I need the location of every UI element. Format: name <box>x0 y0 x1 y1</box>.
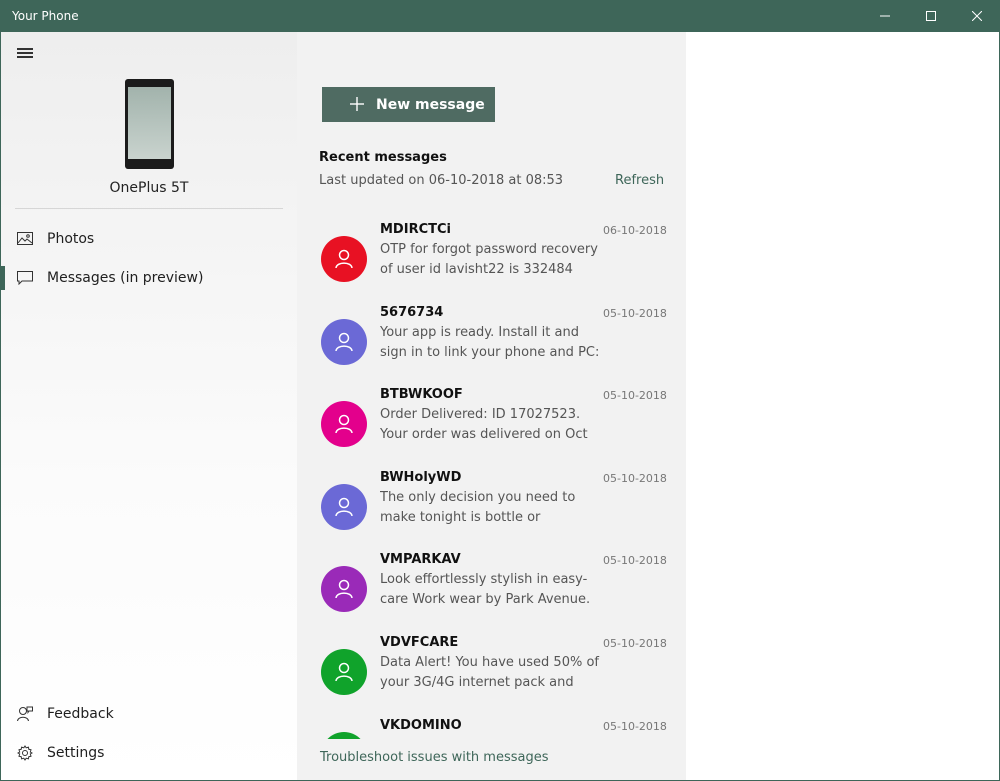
message-date: 05-10-2018 <box>603 472 667 485</box>
section-title: Recent messages <box>319 150 447 165</box>
message-date: 05-10-2018 <box>603 554 667 567</box>
avatar <box>321 566 367 612</box>
avatar <box>321 236 367 282</box>
troubleshoot-link[interactable]: Troubleshoot issues with messages <box>320 750 549 765</box>
conversation-item[interactable]: BWHolyWD 05-10-2018 The only decision yo… <box>297 470 686 552</box>
nav-item-photos[interactable]: Photos <box>1 221 297 257</box>
message-preview: The only decision you need to make tonig… <box>380 490 576 525</box>
hamburger-menu-icon[interactable] <box>15 46 35 60</box>
nav-item-label: Messages (in preview) <box>47 270 204 286</box>
settings-button[interactable]: Settings <box>1 735 297 771</box>
sender-name: VMPARKAV <box>380 552 461 567</box>
feedback-button[interactable]: Feedback <box>1 696 297 732</box>
sender-name: VKDOMINO <box>380 718 462 733</box>
message-date: 05-10-2018 <box>603 637 667 650</box>
avatar <box>321 484 367 530</box>
message-preview: OTP for forgot password recovery of user… <box>380 242 598 277</box>
maximize-button[interactable] <box>908 0 954 32</box>
close-icon <box>972 11 982 21</box>
message-date: 05-10-2018 <box>603 307 667 320</box>
selected-indicator <box>1 266 5 290</box>
new-message-label: New message <box>376 96 485 113</box>
person-icon <box>335 249 353 269</box>
minimize-icon <box>880 15 890 17</box>
message-preview: Data Alert! You have used 50% of your 3G… <box>380 655 599 690</box>
feedback-icon <box>16 705 34 723</box>
nav-item-messages[interactable]: Messages (in preview) <box>1 260 297 296</box>
conversation-area <box>686 32 999 780</box>
person-icon <box>335 497 353 517</box>
photos-icon <box>16 230 34 248</box>
person-icon <box>335 332 353 352</box>
conversation-item[interactable]: BTBWKOOF 05-10-2018 Order Delivered: ID … <box>297 387 686 469</box>
sender-name: 5676734 <box>380 305 444 320</box>
message-date: 05-10-2018 <box>603 389 667 402</box>
sidebar: OnePlus 5T Photos Messages (in preview) … <box>1 32 297 780</box>
person-icon <box>335 414 353 434</box>
troubleshoot-bar: Troubleshoot issues with messages <box>297 739 686 780</box>
gear-icon <box>16 744 34 762</box>
new-message-button[interactable]: New message <box>322 87 495 122</box>
nav-item-label: Photos <box>47 231 95 247</box>
window-title: Your Phone <box>12 9 79 23</box>
close-button[interactable] <box>954 0 1000 32</box>
conversation-item[interactable]: VMPARKAV 05-10-2018 Look effortlessly st… <box>297 552 686 634</box>
maximize-icon <box>926 11 936 21</box>
divider <box>15 208 283 209</box>
message-preview: Look effortlessly stylish in easy-care W… <box>380 572 591 607</box>
phone-illustration <box>125 79 174 169</box>
message-date: 06-10-2018 <box>603 224 667 237</box>
minimize-button[interactable] <box>862 0 908 32</box>
person-icon <box>335 662 353 682</box>
conversation-item[interactable]: VDVFCARE 05-10-2018 Data Alert! You have… <box>297 635 686 717</box>
sender-name: BWHolyWD <box>380 470 462 485</box>
avatar <box>321 319 367 365</box>
person-icon <box>335 579 353 599</box>
refresh-link[interactable]: Refresh <box>615 173 664 188</box>
conversation-item[interactable]: MDIRCTCi 06-10-2018 OTP for forgot passw… <box>297 222 686 304</box>
avatar <box>321 401 367 447</box>
sender-name: VDVFCARE <box>380 635 459 650</box>
sender-name: BTBWKOOF <box>380 387 463 402</box>
message-preview: Order Delivered: ID 17027523. Your order… <box>380 407 588 442</box>
title-bar: Your Phone <box>0 0 1000 32</box>
device-name: OnePlus 5T <box>109 180 189 196</box>
message-date: 05-10-2018 <box>603 720 667 733</box>
last-updated-text: Last updated on 06-10-2018 at 08:53 <box>319 173 564 188</box>
conversation-item[interactable]: 5676734 05-10-2018 Your app is ready. In… <box>297 305 686 387</box>
nav-item-label: Settings <box>47 745 105 761</box>
nav-item-label: Feedback <box>47 706 114 722</box>
sender-name: MDIRCTCi <box>380 222 451 237</box>
avatar <box>321 649 367 695</box>
message-icon <box>16 269 34 287</box>
messages-panel: New message Recent messages Last updated… <box>297 32 686 780</box>
plus-icon <box>349 96 365 116</box>
message-preview: Your app is ready. Install it and sign i… <box>380 325 600 360</box>
